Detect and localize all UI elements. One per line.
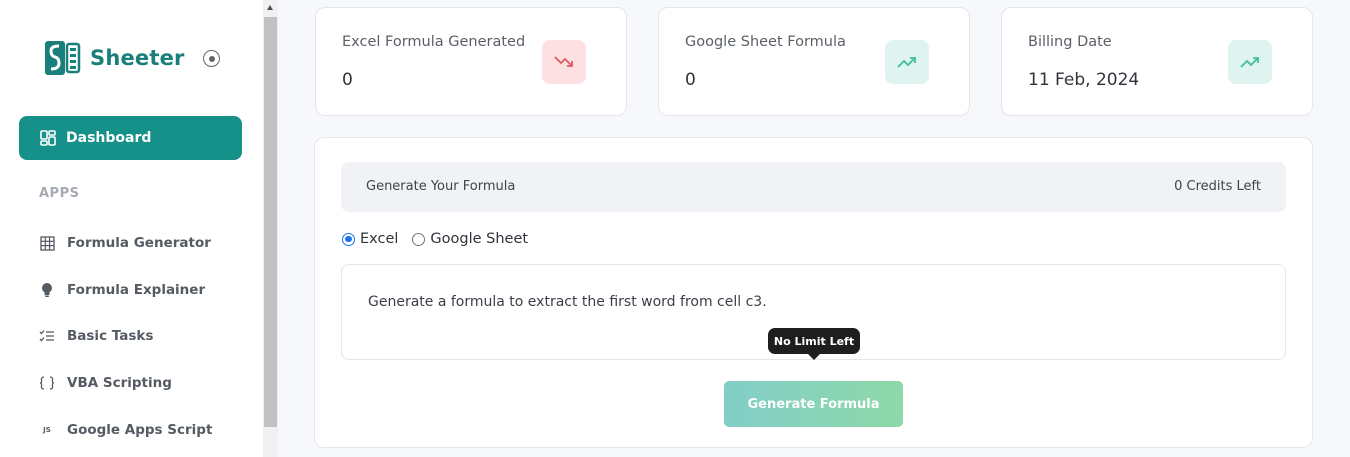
section-label-apps: APPS bbox=[39, 186, 80, 201]
stat-card-billing-date: Billing Date 11 Feb, 2024 bbox=[1001, 7, 1313, 116]
sidebar-item-google-apps-script[interactable]: JS Google Apps Script bbox=[39, 418, 212, 442]
sidebar-item-formula-generator[interactable]: Formula Generator bbox=[39, 231, 211, 255]
sidebar-item-dashboard[interactable]: Dashboard bbox=[19, 116, 242, 160]
sidebar-item-label: Basic Tasks bbox=[67, 328, 154, 344]
stat-badge bbox=[542, 40, 586, 84]
sidebar-item-label: Formula Explainer bbox=[67, 282, 206, 298]
formula-generator-panel: Generate Your Formula 0 Credits Left Exc… bbox=[314, 137, 1313, 448]
sidebar-scrollbar[interactable] bbox=[263, 0, 278, 457]
generate-formula-button[interactable]: Generate Formula bbox=[724, 381, 903, 427]
stat-label: Billing Date bbox=[1028, 34, 1112, 50]
sidebar-item-label: Dashboard bbox=[66, 130, 152, 146]
stat-card-excel: Excel Formula Generated 0 bbox=[315, 7, 627, 116]
radio-dot-icon bbox=[208, 55, 215, 62]
dashboard-icon bbox=[40, 130, 56, 146]
stat-label: Excel Formula Generated bbox=[342, 34, 526, 50]
radio-google-sheet-label[interactable]: Google Sheet bbox=[430, 231, 528, 247]
lightbulb-icon bbox=[39, 282, 55, 298]
sidebar-item-label: Formula Generator bbox=[67, 235, 211, 251]
panel-header: Generate Your Formula 0 Credits Left bbox=[341, 162, 1286, 212]
sidebar: Sheeter Dashboard APPS Formula Generator… bbox=[0, 0, 263, 457]
stat-badge bbox=[1228, 40, 1272, 84]
grid-icon bbox=[39, 235, 55, 251]
sidebar-item-vba-scripting[interactable]: VBA Scripting bbox=[39, 371, 172, 395]
prompt-text: Generate a formula to extract the first … bbox=[368, 294, 767, 310]
sidebar-item-basic-tasks[interactable]: Basic Tasks bbox=[39, 324, 153, 348]
no-limit-tooltip: No Limit Left bbox=[768, 328, 860, 360]
radio-excel[interactable] bbox=[342, 232, 355, 246]
stat-badge bbox=[885, 40, 929, 84]
braces-icon bbox=[39, 375, 55, 391]
sidebar-toggle-button[interactable] bbox=[203, 50, 220, 67]
panel-title: Generate Your Formula bbox=[366, 179, 516, 194]
stat-value: 0 bbox=[342, 70, 353, 90]
stat-value: 11 Feb, 2024 bbox=[1028, 70, 1140, 90]
trend-up-icon bbox=[897, 57, 916, 68]
scroll-up-arrow-icon[interactable] bbox=[267, 5, 273, 10]
stat-label: Google Sheet Formula bbox=[685, 34, 846, 50]
app-logo[interactable]: Sheeter bbox=[42, 38, 185, 78]
sheeter-logo-icon bbox=[45, 41, 81, 75]
sidebar-item-formula-explainer[interactable]: Formula Explainer bbox=[39, 278, 205, 302]
checklist-icon bbox=[39, 328, 55, 344]
sidebar-item-label: Google Apps Script bbox=[67, 422, 213, 438]
credits-left: 0 Credits Left bbox=[1174, 179, 1261, 194]
scrollbar-thumb[interactable] bbox=[264, 17, 277, 427]
app-name: Sheeter bbox=[90, 46, 185, 70]
js-icon: JS bbox=[43, 426, 51, 434]
stat-value: 0 bbox=[685, 70, 696, 90]
sidebar-item-label: VBA Scripting bbox=[67, 375, 172, 391]
radio-google-sheet[interactable] bbox=[412, 232, 426, 246]
stat-card-google-sheet: Google Sheet Formula 0 bbox=[658, 7, 970, 116]
platform-radio-group: Excel Google Sheet bbox=[342, 231, 528, 247]
radio-excel-label[interactable]: Excel bbox=[360, 231, 398, 247]
trend-up-icon bbox=[1240, 57, 1259, 68]
trend-down-icon bbox=[554, 56, 573, 67]
